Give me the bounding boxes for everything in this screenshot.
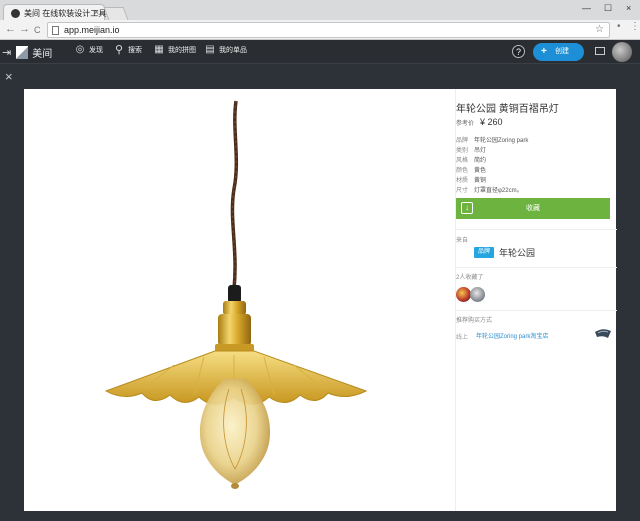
plus-icon: + (541, 46, 547, 57)
divider (456, 310, 617, 311)
pendant-lamp-illustration (104, 100, 368, 489)
spec-value: 灯罩直径φ22cm。 (474, 188, 523, 194)
url-text: app.meijian.io (64, 25, 120, 35)
reload-icon[interactable]: C (34, 25, 41, 35)
nav-discover[interactable]: ◎ 发现 (75, 45, 103, 55)
browser-toolbar: ← → C app.meijian.io ☆ • ⋮ (0, 20, 640, 40)
product-image (24, 89, 447, 511)
spec-row: 品牌 年轮公园Zoring park (456, 136, 611, 146)
collect-icon: ↓ (461, 202, 473, 214)
from-label: 来自 (456, 238, 469, 244)
divider (456, 267, 617, 268)
shop-logo-icon[interactable] (594, 327, 612, 339)
compass-icon: ◎ (75, 44, 85, 55)
search-icon: ⚲ (114, 44, 124, 56)
collect-button-label: 收藏 (526, 205, 540, 212)
browser-tab[interactable]: 美间 在线软装设计工具 × (3, 4, 106, 21)
spec-key: 颜色 (456, 168, 469, 174)
spec-row: 风格 简约 (456, 156, 611, 166)
spec-value: 简约 (474, 158, 487, 164)
divider (456, 229, 617, 230)
menu-icon[interactable]: ⋮ (630, 21, 640, 32)
minimize-icon[interactable]: — (582, 3, 591, 13)
spec-key: 风格 (456, 158, 469, 164)
spec-row: 类别 吊灯 (456, 146, 611, 156)
product-title: 年轮公园 黄铜百褶吊灯 (456, 104, 559, 115)
help-icon[interactable]: ? (512, 45, 525, 58)
browser-tabstrip: 美间 在线软装设计工具 × — ☐ × (0, 0, 640, 21)
spec-row: 材质 黄铜 (456, 176, 611, 186)
items-icon: ▤ (205, 44, 215, 55)
bookmark-star-icon[interactable]: ☆ (595, 24, 604, 35)
nav-my-collages[interactable]: ▦ 我的拼图 (154, 45, 196, 55)
spec-value: 年轮公园Zoring park (474, 138, 529, 144)
collage-icon: ▦ (154, 44, 164, 55)
nav-search-label: 搜索 (128, 47, 142, 54)
spec-value: 黄铜 (474, 178, 487, 184)
favicon-icon (11, 9, 20, 18)
maximize-icon[interactable]: ☐ (604, 3, 612, 14)
buy-option-row: 线上 年轮公园Zoring park淘宝店 (456, 330, 614, 344)
brand-tag: 品牌 (474, 247, 495, 258)
app-header: ⇥ 美间 ◎ 发现 ⚲ 搜索 ▦ 我的拼图 ▤ 我的单品 ? + 创建 (0, 40, 640, 64)
brand-name-link[interactable]: 年轮公园 (499, 246, 535, 259)
create-button-label: 创建 (555, 48, 569, 55)
tab-close-icon[interactable]: × (94, 7, 99, 17)
logo-mark-icon (16, 45, 29, 59)
product-price: 参考价 ¥ 260 (456, 117, 503, 127)
nav-discover-label: 发现 (89, 47, 103, 54)
buy-channel: 线上 (456, 335, 469, 341)
spec-list: 品牌 年轮公园Zoring park 类别 吊灯 风格 简约 颜色 黄色 材质 黄铜 尺寸… (456, 136, 611, 196)
product-modal: 年轮公园 黄铜百褶吊灯 参考价 ¥ 260 品牌 年轮公园Zoring park 类… (24, 89, 617, 511)
extension-icon[interactable]: • (617, 21, 621, 32)
back-icon[interactable]: ← (5, 23, 16, 35)
create-button[interactable]: + 创建 (533, 43, 584, 61)
spec-value: 吊灯 (474, 148, 487, 154)
window-close-icon[interactable]: × (626, 3, 631, 13)
collect-button[interactable]: ↓ 收藏 (456, 198, 610, 219)
forward-icon[interactable]: → (19, 23, 30, 35)
product-info-panel: 年轮公园 黄铜百褶吊灯 参考价 ¥ 260 品牌 年轮公园Zoring park 类… (455, 89, 617, 511)
user-avatar[interactable] (612, 42, 632, 62)
close-modal-icon[interactable]: × (5, 70, 13, 83)
address-bar[interactable]: app.meijian.io ☆ (47, 22, 610, 38)
collected-count: 2人收藏了 (456, 275, 484, 281)
spec-key: 尺寸 (456, 188, 469, 194)
store-link[interactable]: 年轮公园Zoring park淘宝店 (476, 331, 548, 340)
spec-row: 颜色 黄色 (456, 166, 611, 176)
spec-value: 黄色 (474, 168, 487, 174)
collector-avatar[interactable] (470, 287, 485, 302)
price-value: ¥ 260 (480, 117, 503, 127)
nav-my-collages-label: 我的拼图 (168, 47, 196, 54)
nav-search[interactable]: ⚲ 搜索 (114, 44, 142, 56)
price-label: 参考价 (456, 121, 475, 127)
page-icon (52, 26, 59, 35)
spec-key: 品牌 (456, 138, 469, 144)
expand-arrow-icon[interactable]: ⇥ (2, 46, 11, 59)
nav-my-items[interactable]: ▤ 我的单品 (205, 45, 247, 55)
buy-methods-label: 推荐购买方式 (456, 318, 493, 324)
spec-key: 类别 (456, 148, 469, 154)
logo[interactable]: ⇥ 美间 (2, 44, 52, 60)
collector-avatar[interactable] (456, 287, 471, 302)
mail-icon[interactable] (595, 47, 605, 55)
spec-key: 材质 (456, 178, 469, 184)
new-tab-button[interactable] (103, 7, 129, 20)
nav-my-items-label: 我的单品 (219, 47, 247, 54)
logo-text: 美间 (32, 48, 53, 60)
spec-row: 尺寸 灯罩直径φ22cm。 (456, 186, 611, 196)
